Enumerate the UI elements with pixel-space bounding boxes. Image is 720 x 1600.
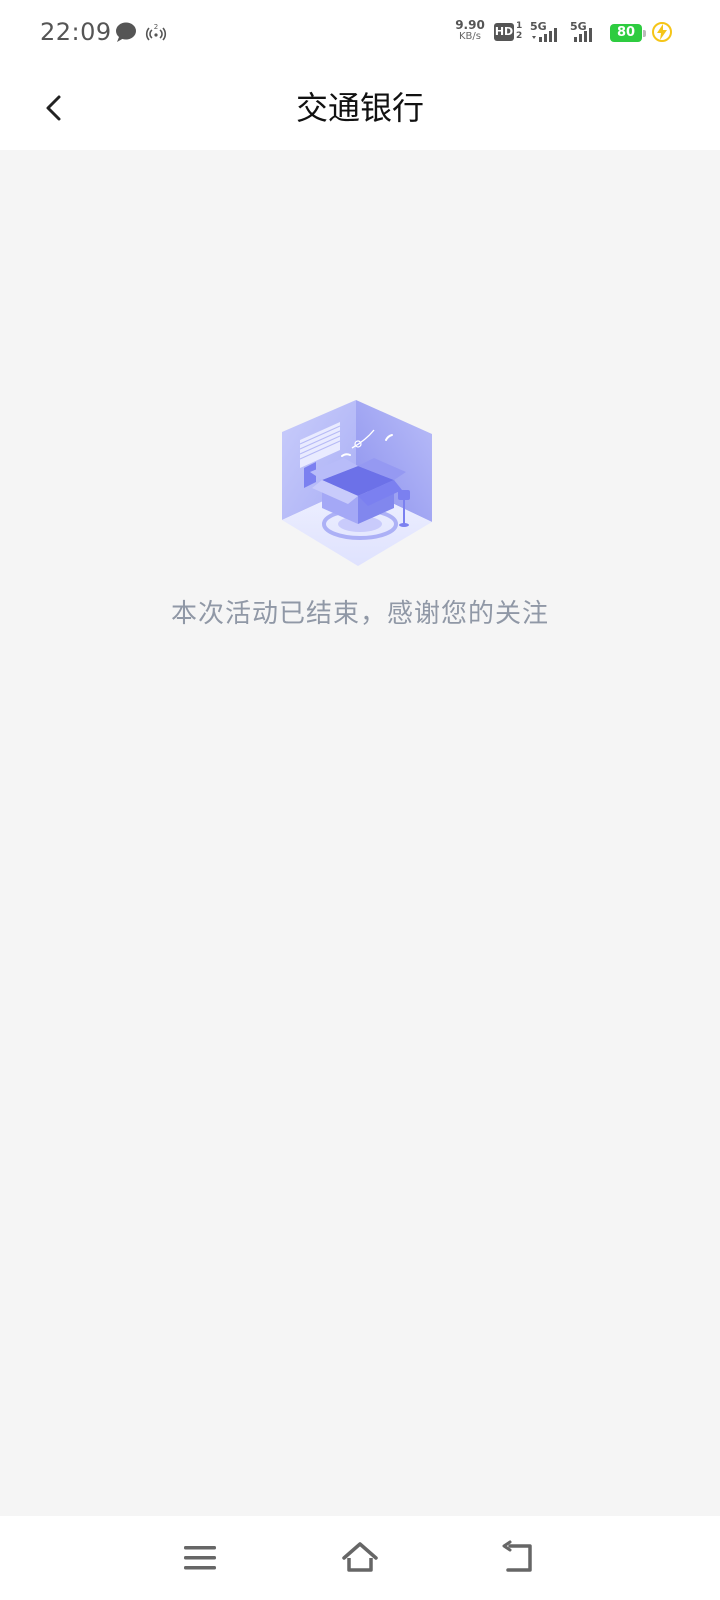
page-title: 交通银行 [295, 89, 424, 127]
charging-icon [652, 22, 672, 42]
battery-cap [643, 30, 646, 37]
system-navigation-bar [0, 1516, 720, 1600]
network-speed: 9.90 KB/s [452, 18, 488, 42]
hd-icon: HD 1 2 [494, 21, 523, 41]
battery-icon: 80 [610, 24, 642, 42]
network-speed-value: 9.90 [455, 18, 485, 32]
message-icon [116, 22, 136, 42]
hotspot-icon: 2 [145, 23, 167, 41]
empty-box-room-illustration [282, 400, 432, 566]
network-speed-unit: KB/s [459, 31, 481, 42]
app-header: 交通银行 [0, 66, 720, 150]
hd-label: HD [494, 23, 514, 41]
signal-icon: 5G [570, 20, 606, 44]
svg-text:2: 2 [154, 23, 158, 31]
status-time: 22:09 [40, 18, 112, 46]
status-bar: 22:09 2 9.90 KB/s HD 1 2 5G 5G 80 [0, 0, 720, 66]
activity-ended-message: 本次活动已结束，感谢您的关注 [170, 599, 549, 629]
home-icon[interactable] [340, 1538, 380, 1578]
signal-icon: 5G [530, 20, 566, 44]
back-icon[interactable] [500, 1538, 540, 1578]
menu-icon[interactable] [180, 1538, 220, 1578]
